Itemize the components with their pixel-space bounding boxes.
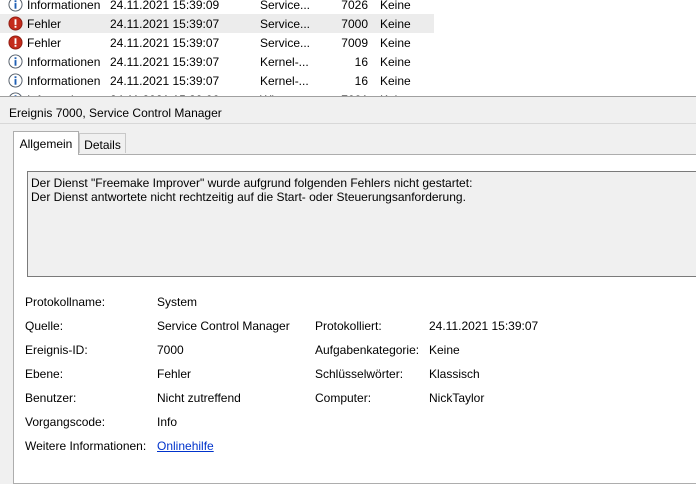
event-row[interactable]: Informationen 24.11.2021 15:39:09 Service.… (0, 0, 434, 14)
event-datetime: 24.11.2021 15:39:07 (110, 17, 220, 31)
event-id: 16 (354, 55, 368, 69)
info-icon (8, 0, 23, 12)
event-datetime: 24.11.2021 15:39:07 (110, 55, 220, 69)
log-name-value: System (157, 295, 198, 309)
task-category-value: Keine (429, 343, 460, 357)
event-task-category: Keine (380, 17, 411, 31)
logged-value: 24.11.2021 15:39:07 (429, 319, 539, 333)
general-panel: Der Dienst "Freemake Improver" wurde auf… (13, 154, 696, 484)
online-help-link[interactable]: Onlinehilfe (157, 439, 214, 453)
level-label: Ebene: (25, 367, 64, 381)
event-datetime: 24.11.2021 15:39:07 (110, 36, 220, 50)
event-task-category: Keine (380, 36, 411, 50)
opcode-value: Info (157, 415, 178, 429)
event-level: Informationen (27, 74, 101, 88)
error-icon (8, 16, 23, 31)
tab-general-label: Allgemein (19, 137, 73, 151)
computer-label: Computer: (315, 391, 372, 405)
event-datetime: 24.11.2021 15:39:09 (110, 0, 220, 12)
source-value: Service Control Manager (157, 319, 290, 333)
event-level: Fehler (27, 36, 62, 50)
computer-value: NickTaylor (429, 391, 485, 405)
event-message[interactable]: Der Dienst "Freemake Improver" wurde auf… (27, 171, 696, 277)
info-icon (8, 73, 23, 88)
user-label: Benutzer: (25, 391, 77, 405)
event-id: 7000 (341, 17, 368, 31)
event-id-value: 7000 (157, 343, 184, 357)
event-level: Informationen (27, 0, 101, 12)
event-task-category: Keine (380, 55, 411, 69)
event-datetime: 24.11.2021 15:39:07 (110, 74, 220, 88)
details-title: Ereignis 7000, Service Control Manager (9, 106, 222, 120)
log-name-label: Protokollname: (25, 295, 106, 309)
tab-general[interactable]: Allgemein (13, 131, 79, 155)
event-id: 7026 (341, 0, 368, 12)
keywords-label: Schlüsselwörter: (315, 367, 404, 381)
message-line-2: Der Dienst antwortete nicht rechtzeitig … (31, 190, 466, 204)
event-level: Fehler (27, 17, 62, 31)
event-row[interactable]: Fehler 24.11.2021 15:39:07 Service... 7000 K… (0, 14, 434, 33)
logged-label: Protokolliert: (315, 319, 382, 333)
event-id: 16 (354, 74, 368, 88)
event-source: Service... (260, 17, 311, 31)
event-source: Kernel-... (260, 55, 309, 69)
tab-details-label: Details (84, 138, 121, 152)
event-task-category: Keine (380, 0, 411, 12)
details-header: Ereignis 7000, Service Control Manager (0, 101, 696, 124)
event-task-category: Keine (380, 74, 411, 88)
event-source: Service... (260, 36, 311, 50)
level-value: Fehler (157, 367, 192, 381)
event-list[interactable]: Informationen 24.11.2021 15:39:09 Service.… (0, 0, 696, 96)
more-info-label: Weitere Informationen: (25, 439, 147, 453)
source-label: Quelle: (25, 319, 64, 333)
event-id: 7009 (341, 36, 368, 50)
task-category-label: Aufgabenkategorie: (315, 343, 420, 357)
tab-details[interactable]: Details (79, 133, 126, 153)
event-source: Kernel-... (260, 74, 309, 88)
tab-strip: Allgemein Details (0, 130, 696, 155)
event-level: Informationen (27, 55, 101, 69)
event-id-label: Ereignis-ID: (25, 343, 88, 357)
event-row[interactable]: Informationen 24.11.2021 15:39:07 Kernel-.… (0, 52, 434, 71)
error-icon (8, 35, 23, 50)
event-source: Service... (260, 0, 311, 12)
opcode-label: Vorgangscode: (25, 415, 106, 429)
info-icon (8, 54, 23, 69)
event-row[interactable]: Fehler 24.11.2021 15:39:07 Service... 7009 K… (0, 33, 434, 52)
keywords-value: Klassisch (429, 367, 480, 381)
user-value: Nicht zutreffend (157, 391, 241, 405)
message-line-1: Der Dienst "Freemake Improver" wurde auf… (31, 176, 473, 190)
event-row[interactable]: Informationen 24.11.2021 15:39:07 Kernel-.… (0, 71, 434, 90)
